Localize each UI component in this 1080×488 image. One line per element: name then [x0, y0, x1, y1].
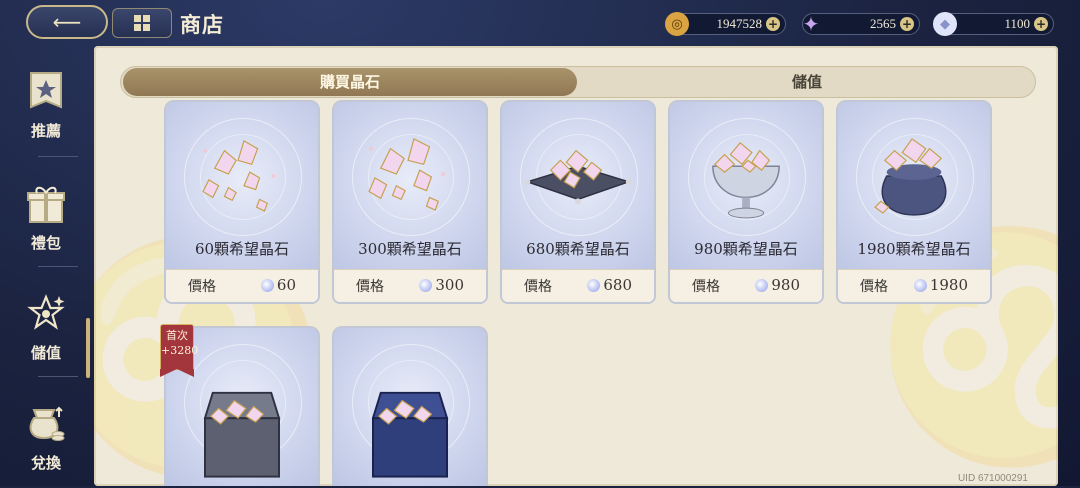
sidebar-item-label: 禮包 [30, 234, 61, 252]
wish-gem-icon: ◆ [933, 12, 957, 36]
chest-card[interactable] [332, 326, 488, 486]
sidebar-item-recommend[interactable]: 推薦 [0, 48, 92, 156]
price-value: 980 [771, 276, 800, 294]
shop-panel: ♌ ♌ 購買晶石 儲值 60顆希望晶石 價格 60 [94, 46, 1058, 486]
silver-treasure-chest-icon [203, 391, 281, 478]
menu-button[interactable] [112, 8, 172, 38]
price-label: 價格 [188, 279, 216, 295]
price-label: 價格 [692, 279, 720, 295]
product-name: 680顆希望晶石 [526, 240, 630, 258]
wish-gem-icon [755, 278, 769, 292]
add-wish-gem-button[interactable]: + [1034, 17, 1048, 31]
card-frame: 1980顆希望晶石 價格 1980 [836, 100, 992, 304]
product-name: 300顆希望晶石 [358, 240, 462, 258]
divider [38, 266, 78, 267]
product-name: 980顆希望晶石 [694, 240, 798, 258]
price-value-wrap: 60 [260, 276, 296, 294]
gem-cushion-icon [524, 149, 632, 205]
crystal-star-icon: ✦ [802, 12, 820, 36]
product-card[interactable]: 980顆希望晶石 價格 980 [668, 100, 824, 304]
product-name: 1980顆希望晶石 [857, 240, 971, 258]
price-label: 價格 [860, 279, 888, 295]
badge-bonus: +3280 [161, 344, 199, 357]
price-label: 價格 [356, 279, 384, 295]
price-row: 價格 680 [502, 269, 654, 302]
back-arrow-icon: ⟵ [52, 10, 82, 34]
user-id: UID 671000291 [957, 473, 1028, 484]
tab-topup[interactable]: 儲值 [579, 67, 1035, 97]
sidebar-item-exchange[interactable]: 兌換 [0, 380, 92, 488]
card-frame: 300顆希望晶石 價格 300 [332, 100, 488, 304]
wish-gem-icon [587, 278, 601, 292]
tab-bar: 購買晶石 儲值 [120, 66, 1036, 98]
wish-gem-icon [913, 278, 927, 292]
badge-line: 首次 [166, 329, 188, 342]
divider [38, 156, 78, 157]
add-gold-button[interactable]: + [766, 17, 780, 31]
grid-menu-icon [134, 15, 150, 31]
sidebar-item-label: 推薦 [30, 122, 61, 140]
page-title: 商店 [180, 12, 224, 37]
blue-treasure-chest-icon [371, 391, 449, 478]
gem-scatter-icon [368, 138, 446, 211]
card-frame: 980顆希望晶石 價格 980 [668, 100, 824, 304]
sidebar-item-label: 兌換 [30, 454, 61, 472]
price-value-wrap: 980 [755, 276, 800, 294]
price-value: 1980 [929, 276, 968, 294]
price-row: 價格 980 [670, 269, 822, 302]
currency-gold[interactable]: ◎ 1947528 + [665, 12, 786, 36]
product-card[interactable]: 300顆希望晶石 價格 300 [332, 100, 488, 304]
gift-box-icon [26, 182, 66, 226]
sidebar: 推薦 禮包 儲值 兌換 [0, 48, 92, 486]
product-card[interactable]: 680顆希望晶石 價格 680 [500, 100, 656, 304]
currency-value: 2565 [870, 16, 896, 31]
sidebar-item-label: 儲值 [30, 344, 61, 362]
price-row: 價格 60 [166, 269, 318, 302]
card-frame: 60顆希望晶石 價格 60 [164, 100, 320, 304]
money-bag-icon [26, 402, 66, 446]
price-row: 價格 300 [334, 269, 486, 302]
sidebar-item-gift[interactable]: 禮包 [0, 160, 92, 268]
currency-wish-gem[interactable]: ◆ 1100 + [933, 12, 1054, 36]
card-frame: 680顆希望晶石 價格 680 [500, 100, 656, 304]
gem-goblet-icon [712, 142, 780, 219]
star-banner-icon [26, 70, 66, 114]
gold-coin-icon: ◎ [665, 12, 689, 36]
product-card[interactable]: 60顆希望晶石 價格 60 [164, 100, 320, 304]
add-crystal-button[interactable]: + [900, 17, 914, 31]
product-card[interactable]: 1980顆希望晶石 價格 1980 [836, 100, 992, 304]
wish-gem-icon [260, 278, 274, 292]
price-value: 300 [435, 276, 464, 294]
wish-gem-icon [419, 278, 433, 292]
divider [38, 376, 78, 377]
chest-card[interactable]: 首次 +3280 [160, 324, 320, 486]
product-name: 60顆希望晶石 [194, 240, 290, 258]
price-label: 價格 [524, 279, 552, 295]
gem-scatter-icon [202, 140, 276, 212]
price-value-wrap: 680 [587, 276, 632, 294]
back-button[interactable]: ⟵ [26, 5, 108, 39]
card-frame [332, 326, 488, 486]
active-indicator [86, 318, 90, 378]
price-value: 60 [276, 276, 296, 294]
price-value: 680 [603, 276, 632, 294]
sparkle-star-icon [26, 292, 66, 336]
currency-value: 1100 [1004, 16, 1030, 31]
price-row: 價格 1980 [838, 269, 990, 302]
price-value-wrap: 1980 [913, 276, 968, 294]
sidebar-item-topup[interactable]: 儲值 [0, 270, 92, 378]
currency-value: 1947528 [716, 16, 763, 31]
price-value-wrap: 300 [419, 276, 464, 294]
tab-buy-gems[interactable]: 購買晶石 [123, 67, 577, 97]
first-purchase-badge: 首次 +3280 [160, 324, 199, 377]
currency-crystal[interactable]: ✦ 2565 + [802, 12, 920, 36]
gem-sack-icon [874, 138, 947, 216]
